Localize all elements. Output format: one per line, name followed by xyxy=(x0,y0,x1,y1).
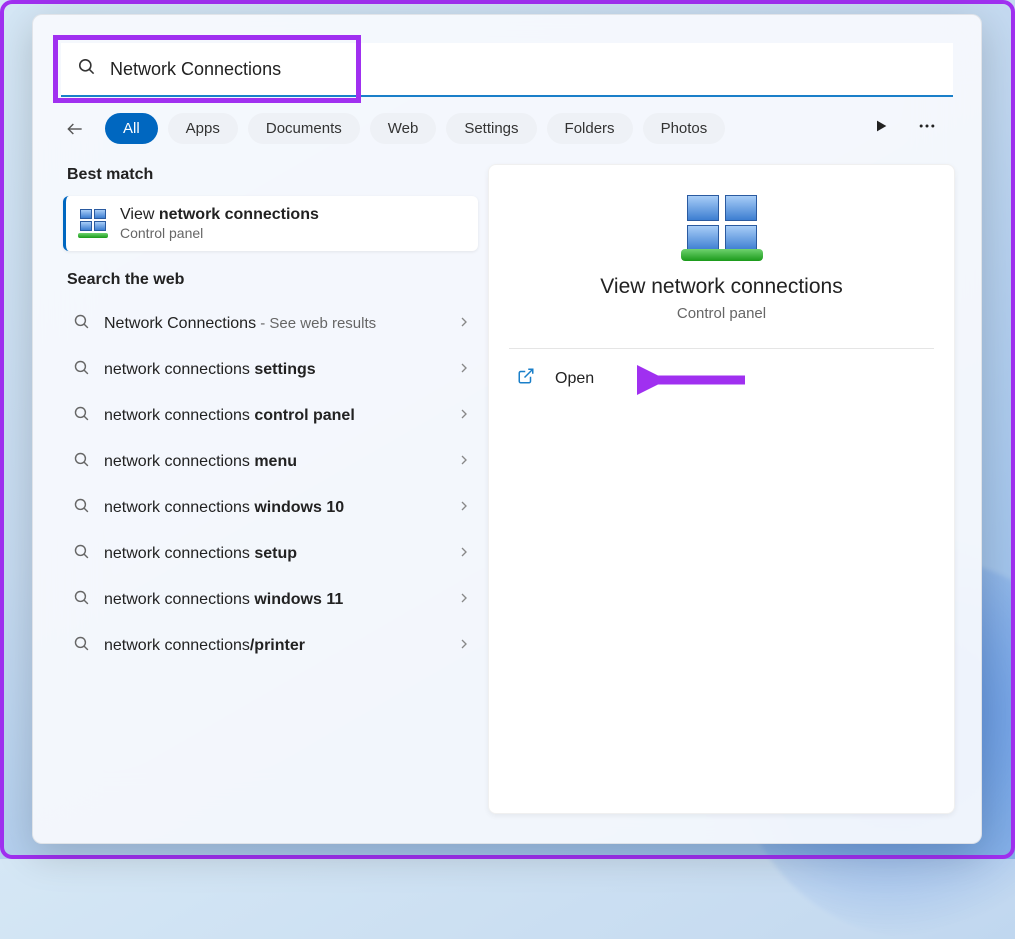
web-suggestion[interactable]: network connections windows 11 xyxy=(63,577,478,623)
open-action[interactable]: Open xyxy=(509,357,934,400)
search-icon xyxy=(73,543,90,565)
suggestion-label: network connections setup xyxy=(104,543,456,565)
filter-chip-all[interactable]: All xyxy=(105,113,158,144)
best-match-heading: Best match xyxy=(67,166,478,184)
search-input[interactable] xyxy=(110,59,943,80)
chevron-right-icon xyxy=(456,314,472,335)
suggestion-label: network connections/printer xyxy=(104,635,456,657)
annotation-arrow xyxy=(637,363,747,397)
suggestion-label: Network Connections - See web results xyxy=(104,313,456,335)
web-suggestion[interactable]: network connections setup xyxy=(63,531,478,577)
preview-subtitle: Control panel xyxy=(677,305,766,322)
web-suggestion[interactable]: network connections settings xyxy=(63,347,478,393)
search-icon xyxy=(73,497,90,519)
back-button[interactable] xyxy=(61,115,89,143)
web-suggestion[interactable]: Network Connections - See web results xyxy=(63,301,478,347)
more-options-icon[interactable] xyxy=(917,116,937,141)
chevron-right-icon xyxy=(456,452,472,473)
chevron-right-icon xyxy=(456,544,472,565)
search-icon xyxy=(73,589,90,611)
chevron-right-icon xyxy=(456,406,472,427)
best-match-result[interactable]: View network connections Control panel xyxy=(63,196,478,251)
web-suggestion[interactable]: network connections windows 10 xyxy=(63,485,478,531)
search-web-heading: Search the web xyxy=(67,271,478,289)
search-icon xyxy=(73,405,90,427)
filter-chip-settings[interactable]: Settings xyxy=(446,113,536,144)
open-label: Open xyxy=(555,370,594,388)
search-icon xyxy=(73,359,90,381)
network-connections-icon xyxy=(78,209,108,239)
suggestion-label: network connections menu xyxy=(104,451,456,473)
chevron-right-icon xyxy=(456,636,472,657)
filter-chip-photos[interactable]: Photos xyxy=(643,113,726,144)
filter-chip-documents[interactable]: Documents xyxy=(248,113,360,144)
open-external-icon xyxy=(517,367,535,390)
preview-title: View network connections xyxy=(600,275,842,299)
search-panel: All Apps Documents Web Settings Folders … xyxy=(32,14,982,844)
scope-play-icon[interactable] xyxy=(873,118,889,139)
best-match-title: View network connections xyxy=(120,206,319,224)
web-suggestion[interactable]: network connections control panel xyxy=(63,393,478,439)
search-icon xyxy=(77,57,96,81)
web-suggestion[interactable]: network connections/printer xyxy=(63,623,478,669)
filter-chip-web[interactable]: Web xyxy=(370,113,437,144)
chevron-right-icon xyxy=(456,498,472,519)
best-match-subtitle: Control panel xyxy=(120,225,319,241)
suggestion-label: network connections control panel xyxy=(104,405,456,427)
suggestion-label: network connections windows 11 xyxy=(104,589,456,611)
preview-pane: View network connections Control panel O… xyxy=(488,164,955,814)
chevron-right-icon xyxy=(456,590,472,611)
search-icon xyxy=(73,313,90,335)
preview-app-icon xyxy=(685,195,759,261)
results-column: Best match View network connections Cont… xyxy=(33,154,478,843)
chevron-right-icon xyxy=(456,360,472,381)
suggestion-label: network connections windows 10 xyxy=(104,497,456,519)
search-bar[interactable] xyxy=(61,43,953,97)
filter-chip-folders[interactable]: Folders xyxy=(547,113,633,144)
filter-row: All Apps Documents Web Settings Folders … xyxy=(33,97,981,154)
suggestion-label: network connections settings xyxy=(104,359,456,381)
divider xyxy=(509,348,934,349)
web-suggestion[interactable]: network connections menu xyxy=(63,439,478,485)
filter-chip-apps[interactable]: Apps xyxy=(168,113,238,144)
search-icon xyxy=(73,451,90,473)
search-icon xyxy=(73,635,90,657)
